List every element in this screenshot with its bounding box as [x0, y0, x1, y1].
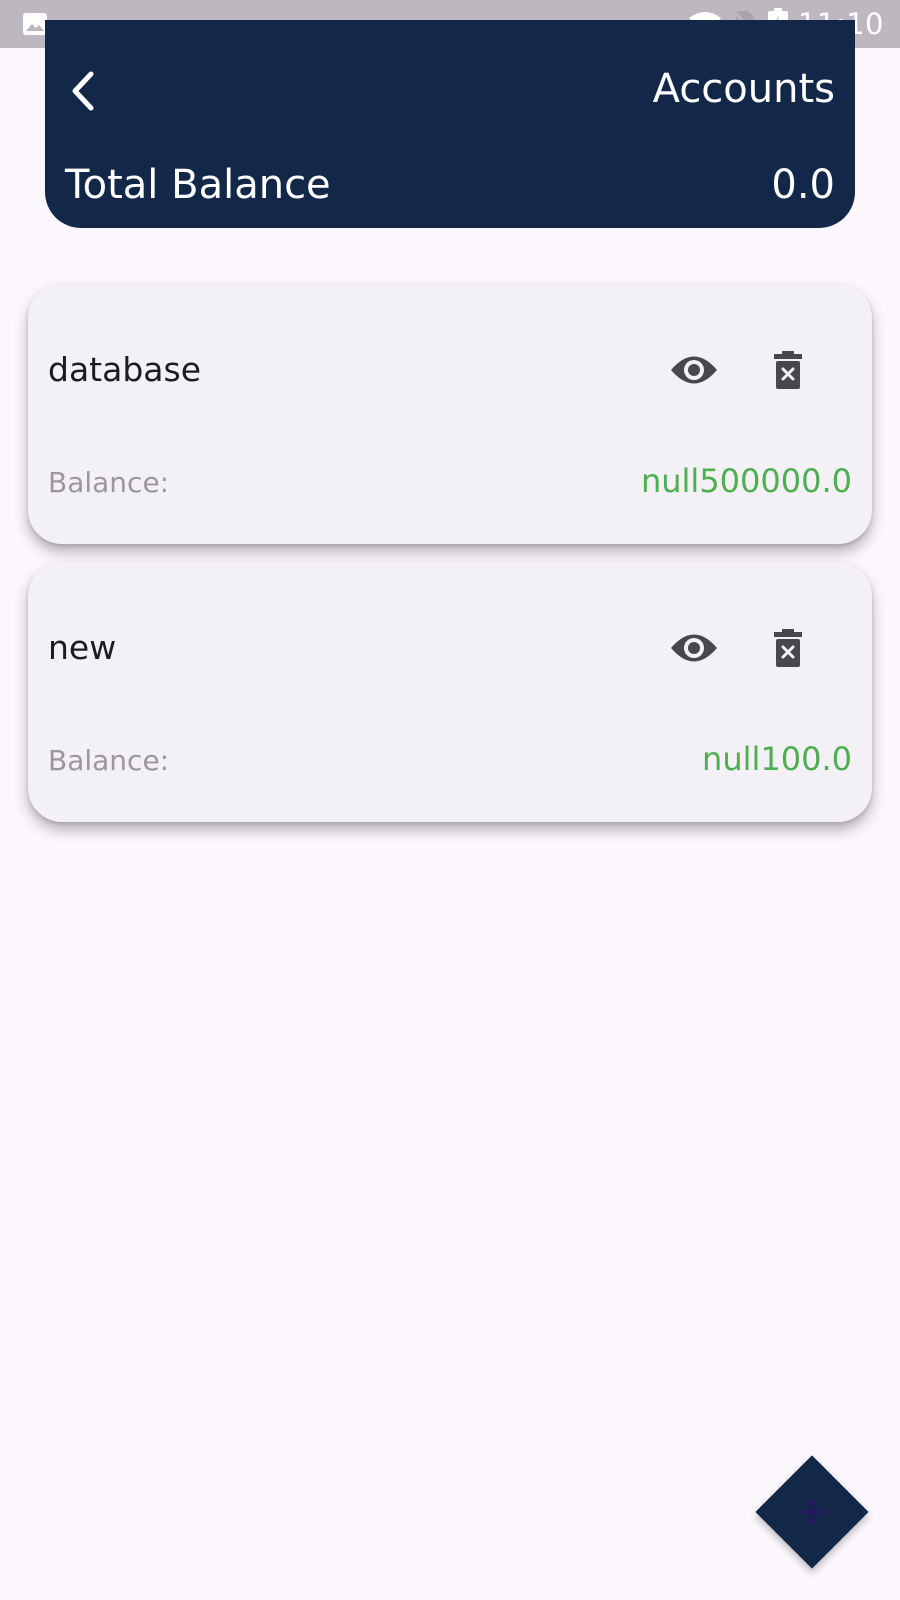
eye-icon: [671, 634, 717, 662]
eye-icon: [671, 356, 717, 384]
view-account-button[interactable]: [664, 344, 724, 396]
delete-account-button[interactable]: [758, 342, 818, 398]
account-name: database: [48, 350, 201, 389]
delete-icon: [774, 629, 802, 667]
account-name: new: [48, 628, 117, 667]
view-account-button[interactable]: [664, 622, 724, 674]
account-card[interactable]: new Balance: null100.0: [28, 562, 872, 822]
balance-label: Balance:: [48, 744, 170, 777]
back-button[interactable]: [63, 66, 103, 116]
balance-value: null500000.0: [640, 462, 852, 500]
plus-icon: [799, 1499, 825, 1525]
header-card: Accounts Total Balance 0.0: [45, 20, 855, 228]
balance-label: Balance:: [48, 466, 170, 499]
account-card[interactable]: database Balance: null500000.0: [28, 284, 872, 544]
balance-value: null100.0: [702, 740, 852, 778]
plus-icon-wrap: [756, 1456, 868, 1568]
chevron-left-icon: [72, 71, 94, 111]
add-account-button[interactable]: [755, 1455, 869, 1569]
total-balance-value: 0.0: [771, 162, 835, 208]
total-balance-label: Total Balance: [65, 162, 331, 208]
page-title: Accounts: [652, 66, 835, 112]
delete-account-button[interactable]: [758, 620, 818, 676]
delete-icon: [774, 351, 802, 389]
